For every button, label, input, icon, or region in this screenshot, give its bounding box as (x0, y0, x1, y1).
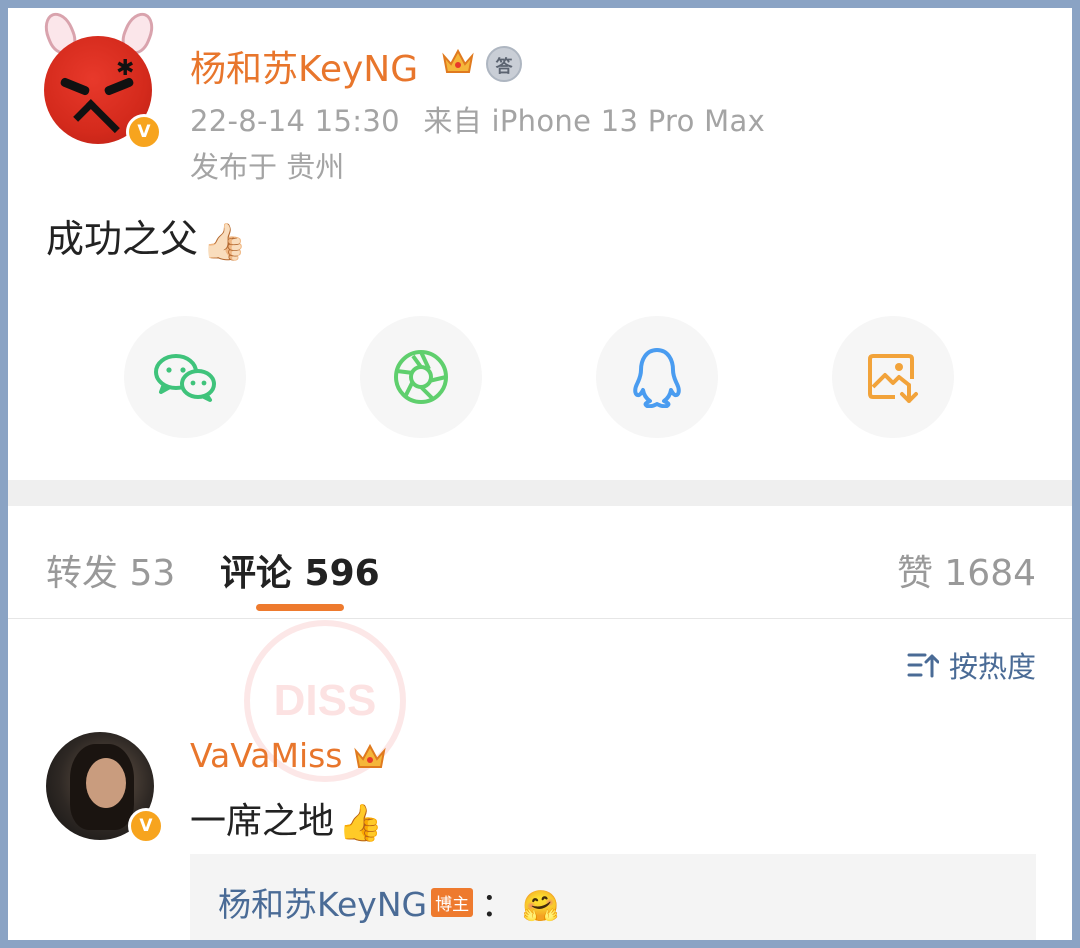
qq-icon (633, 348, 681, 408)
thumbs-up-icon: 👍 (338, 803, 383, 844)
post-text: 成功之父 (46, 217, 199, 261)
post-location: 发布于 贵州 (190, 150, 345, 184)
moments-icon (394, 350, 448, 404)
author-avatar[interactable]: ✱ V (39, 8, 164, 150)
post-author-name[interactable]: 杨和苏KeyNG (190, 40, 418, 92)
reply-colon: ： (481, 885, 515, 924)
active-tab-indicator (256, 604, 344, 611)
commenter-name[interactable]: VaVaMiss (190, 736, 387, 775)
medal-icon: 答 (486, 46, 522, 82)
commenter-name-text: VaVaMiss (190, 736, 343, 775)
reply-line: 杨和苏KeyNG 博主： 🤗 (218, 878, 559, 926)
hug-emoji-icon: 🤗 (522, 889, 560, 924)
reply-preview[interactable]: 杨和苏KeyNG 博主： 🤗 (190, 854, 1036, 940)
vip-crown-icon (354, 743, 386, 768)
share-wechat-button[interactable] (124, 316, 246, 438)
share-qq-button[interactable] (596, 316, 718, 438)
wechat-icon (154, 354, 216, 402)
reply-author[interactable]: 杨和苏KeyNG (218, 885, 427, 924)
comment-content: 一席之地 👍 (190, 792, 383, 844)
tab-repost[interactable]: 转发 53 (46, 544, 175, 596)
post-content: 成功之父 👍🏻 (46, 208, 247, 263)
sort-label: 按热度 (948, 650, 1036, 684)
post-source: 来自 iPhone 13 Pro Max (423, 104, 766, 138)
host-badge: 博主 (431, 888, 474, 917)
post-meta: 22-8-14 15:30 来自 iPhone 13 Pro Max (190, 98, 765, 140)
commenter-verified-badge: V (128, 808, 164, 844)
save-image-icon (868, 354, 918, 403)
section-divider (8, 480, 1072, 506)
weibo-post-screen: ✱ V 杨和苏KeyNG 答 22-8-14 15:30 来自 iPhone 1… (8, 8, 1072, 940)
tab-divider (8, 618, 1072, 619)
share-moments-button[interactable] (360, 316, 482, 438)
save-image-button[interactable] (832, 316, 954, 438)
thumbs-up-icon: 👍🏻 (202, 222, 247, 263)
sort-icon (907, 653, 939, 678)
verified-badge: V (126, 114, 162, 150)
comment-text: 一席之地 (190, 801, 335, 842)
post-timestamp: 22-8-14 15:30 (190, 104, 400, 138)
vip-crown-icon (440, 44, 476, 78)
tab-comment[interactable]: 评论 596 (220, 544, 380, 596)
sort-by-hot-button[interactable]: 按热度 (907, 644, 1036, 686)
tab-like[interactable]: 赞 1684 (897, 544, 1036, 596)
